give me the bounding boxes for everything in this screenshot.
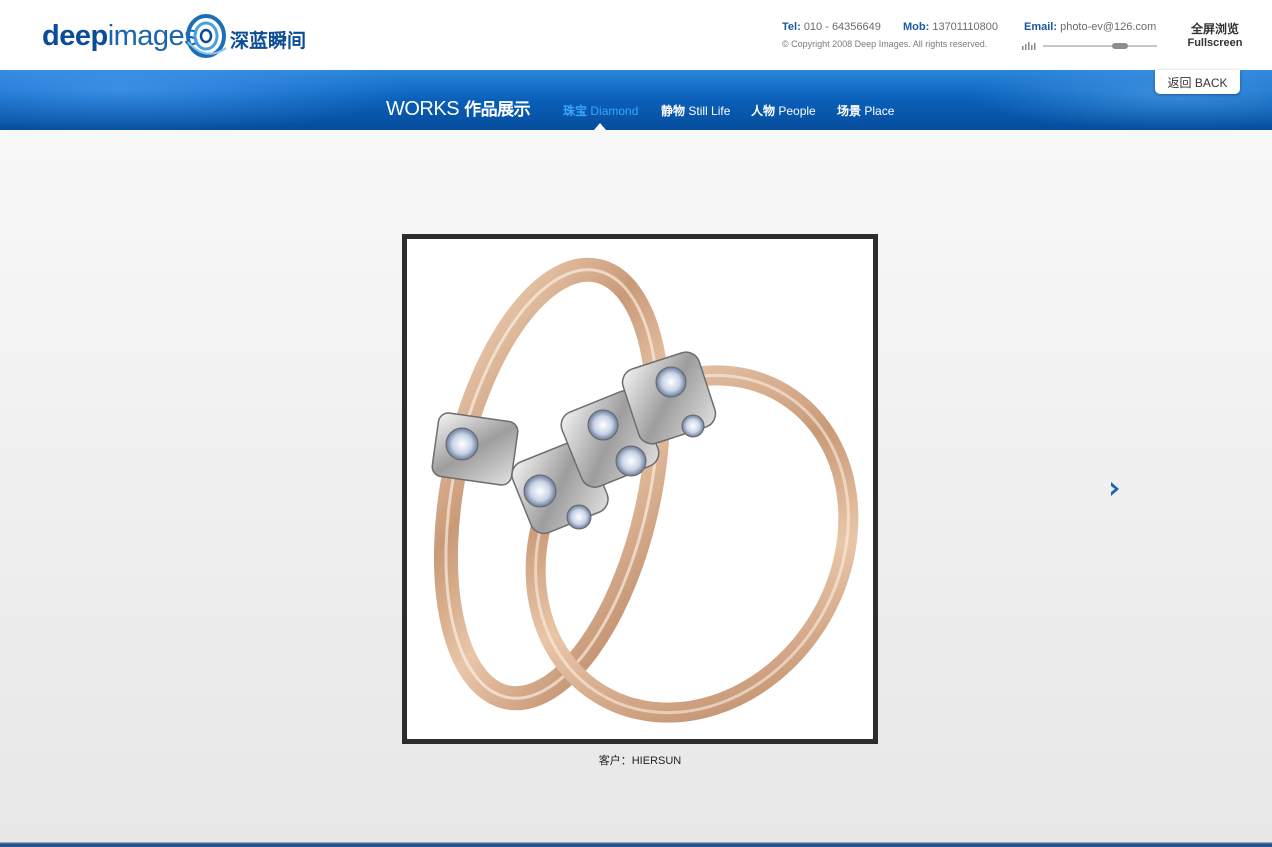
fullscreen-label-cn: 全屏浏览 bbox=[1190, 22, 1239, 36]
footer-divider bbox=[0, 842, 1272, 847]
nav-tab-still-life-en: Still Life bbox=[688, 104, 731, 118]
caption-label: 客户： bbox=[598, 754, 632, 767]
logo-wordmark: deepimages bbox=[42, 18, 199, 54]
nav-tab-still-life[interactable]: 静物 Still Life bbox=[661, 102, 730, 119]
gallery-photo bbox=[402, 234, 878, 744]
works-title-cn: 作品展示 bbox=[464, 100, 531, 120]
site-header: deepimages 深蓝瞬间 Tel: 010 - 64356649 Mob:… bbox=[0, 0, 1272, 70]
nav-tab-still-life-cn: 静物 bbox=[661, 104, 686, 118]
logo-brand-light: images bbox=[107, 20, 199, 52]
nav-tab-place-cn: 场景 bbox=[837, 104, 862, 118]
volume-icon bbox=[1022, 42, 1036, 50]
fullscreen-label-en: Fullscreen bbox=[1187, 37, 1243, 49]
email-label: Email: bbox=[1024, 21, 1058, 33]
nav-tab-people-en: People bbox=[778, 104, 816, 118]
logo-brand-bold: deep bbox=[42, 20, 108, 52]
back-label-en: BACK bbox=[1194, 76, 1228, 90]
works-title-en: WORKS bbox=[386, 98, 460, 120]
caption-client: HIERSUN bbox=[631, 755, 682, 767]
tel-value: 010 - 64356649 bbox=[803, 21, 881, 33]
ring-setting-1 bbox=[431, 412, 519, 486]
nav-tab-people[interactable]: 人物 People bbox=[751, 102, 816, 119]
works-nav-bar: WORKS 作品展示 珠宝 Diamond 静物 Still Life 人物 P… bbox=[0, 70, 1272, 130]
mob-label: Mob: bbox=[903, 21, 930, 33]
volume-slider-track[interactable] bbox=[1043, 45, 1157, 47]
photo-caption: 客户：HIERSUN bbox=[540, 752, 740, 768]
nav-tab-diamond[interactable]: 珠宝 Diamond bbox=[563, 102, 638, 119]
nav-tab-place[interactable]: 场景 Place bbox=[837, 102, 894, 119]
nav-tab-diamond-cn: 珠宝 bbox=[563, 104, 588, 118]
back-label-cn: 返回 bbox=[1167, 76, 1192, 90]
volume-slider-handle[interactable] bbox=[1111, 43, 1128, 49]
contact-mob: Mob: 13701110800 bbox=[903, 21, 998, 33]
nav-tab-people-cn: 人物 bbox=[751, 104, 776, 118]
nav-tab-diamond-en: Diamond bbox=[590, 104, 639, 118]
nav-tab-place-en: Place bbox=[864, 104, 895, 118]
chevron-right-icon[interactable] bbox=[1108, 480, 1124, 498]
contact-email: Email: photo-ev@126.com bbox=[1024, 21, 1156, 33]
copyright-text: © Copyright 2008 Deep Images. All rights… bbox=[782, 39, 988, 49]
works-section-title: WORKS 作品展示 bbox=[386, 95, 531, 121]
tel-label: Tel: bbox=[782, 21, 801, 33]
active-tab-pointer-icon bbox=[594, 123, 606, 130]
fullscreen-button[interactable]: 全屏浏览 Fullscreen bbox=[1185, 22, 1245, 50]
email-value: photo-ev@126.com bbox=[1060, 21, 1157, 33]
mob-value: 13701110800 bbox=[932, 21, 998, 33]
logo-brand-cn: 深蓝瞬间 bbox=[230, 30, 307, 52]
back-button[interactable]: 返回 BACK bbox=[1155, 70, 1240, 94]
contact-tel: Tel: 010 - 64356649 bbox=[782, 21, 881, 33]
ring-photo-image bbox=[431, 257, 859, 723]
